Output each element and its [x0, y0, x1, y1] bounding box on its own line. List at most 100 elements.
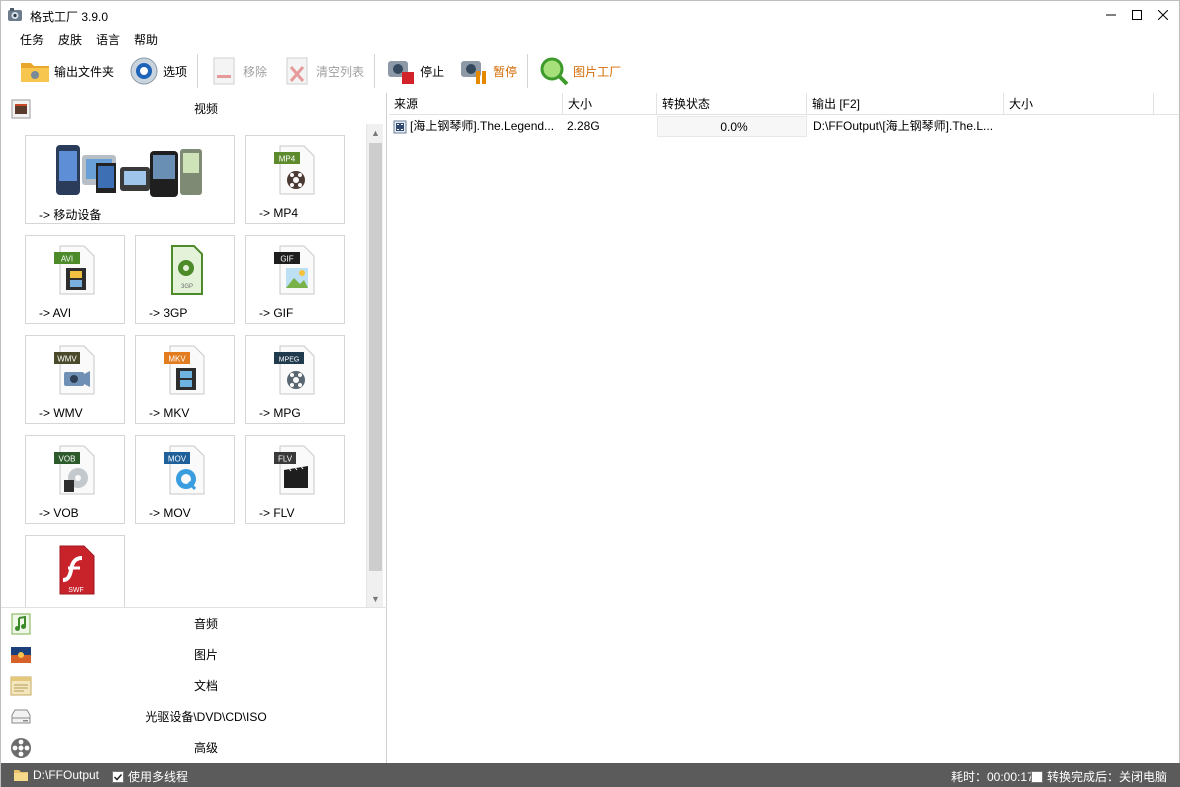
category-disc[interactable]: 光驱设备\DVD\CD\ISO [1, 701, 387, 732]
pause-icon [461, 61, 487, 84]
minimize-icon [1106, 14, 1116, 16]
cell-size: 2.28G [567, 119, 600, 133]
multithread-checkbox[interactable]: 使用多线程 [112, 768, 188, 785]
toolbar-separator [374, 54, 376, 88]
menu-task[interactable]: 任务 [13, 29, 51, 49]
gif-file-icon: GIF [274, 245, 315, 295]
column-header-output-size[interactable]: 大小 [1004, 93, 1154, 115]
tile-gif[interactable]: GIF -> GIF [245, 235, 345, 324]
task-table: 来源 大小 转换状态 输出 [F2] 大小 [海上钢琴师].The.Legend… [389, 93, 1179, 763]
output-folder-link[interactable]: D:\FFOutput [13, 768, 99, 782]
tile-vob[interactable]: VOB -> VOB [25, 435, 125, 524]
menu-bar: 任务 皮肤 语言 帮助 [1, 29, 1179, 49]
swf-badge: SWF [68, 587, 84, 594]
category-picture[interactable]: 图片 [1, 639, 387, 670]
tile-mp4[interactable]: MP4 -> MP4 [245, 135, 345, 224]
minimize-button[interactable] [1098, 1, 1124, 29]
cell-output-size [1004, 116, 1154, 137]
scroll-down-icon[interactable]: ▼ [367, 590, 384, 607]
cell-source: [海上钢琴师].The.Legend... [389, 116, 563, 137]
tile-mov[interactable]: MOV -> MOV [135, 435, 235, 524]
scroll-up-icon[interactable]: ▲ [367, 124, 384, 141]
menu-help[interactable]: 帮助 [127, 29, 165, 49]
tile-mpg[interactable]: MPEG -> MPG [245, 335, 345, 424]
close-icon [1158, 10, 1168, 20]
column-header-size[interactable]: 大小 [563, 93, 657, 115]
vob-file-icon: VOB [54, 445, 95, 495]
mpg-file-icon: MPEG [274, 345, 315, 395]
mp4-file-icon: MP4 [274, 145, 315, 195]
swf-file-icon: SWF [59, 545, 95, 595]
stop-button[interactable]: 停止 [381, 53, 448, 89]
mkv-file-icon: MKV [164, 345, 205, 395]
category-document[interactable]: 文档 [1, 670, 387, 701]
mpg-badge: MPEG [279, 357, 300, 364]
pause-button[interactable]: 暂停 [454, 53, 521, 89]
table-row[interactable]: [海上钢琴师].The.Legend... 2.28G 0.0% D:\FFOu… [389, 116, 1179, 137]
column-header-filler [1154, 93, 1179, 115]
tile-flv[interactable]: FLV -> FLV [245, 435, 345, 524]
category-panel: 视频 -> 移动设备 MP4 -> MP4 AVI -> AVI 3GP -> … [1, 93, 387, 763]
status-bar: D:\FFOutput 使用多线程 耗时：00:00:17 转换完成后：关闭电脑 [1, 763, 1180, 787]
mov-badge: MOV [168, 455, 187, 464]
gear-icon [130, 57, 158, 85]
magnifier-icon [540, 57, 569, 86]
wmv-badge: WMV [57, 355, 77, 364]
column-header-output[interactable]: 输出 [F2] [807, 93, 1004, 115]
source-filename: [海上钢琴师].The.Legend... [410, 119, 555, 133]
avi-badge: AVI [61, 255, 73, 264]
format-factory-window: 格式工厂 3.9.0 任务 皮肤 语言 帮助 输出文件夹 选项 移除 清空列表 … [0, 0, 1180, 787]
tile-wmv[interactable]: WMV -> WMV [25, 335, 125, 424]
table-header: 来源 大小 转换状态 输出 [F2] 大小 [389, 93, 1179, 115]
gif-badge: GIF [280, 255, 293, 264]
menu-skin[interactable]: 皮肤 [51, 29, 89, 49]
tile-mobile-device[interactable]: -> 移动设备 [25, 135, 235, 224]
menu-language[interactable]: 语言 [89, 29, 127, 49]
column-header-source[interactable]: 来源 [389, 93, 563, 115]
close-button[interactable] [1150, 1, 1176, 29]
folder-icon [14, 770, 28, 781]
remove-button[interactable]: 移除 [204, 53, 271, 89]
title-bar: 格式工厂 3.9.0 [1, 1, 1179, 29]
vob-badge: VOB [59, 455, 76, 464]
mkv-badge: MKV [168, 355, 186, 364]
flv-file-icon: FLV [274, 445, 315, 495]
column-header-status[interactable]: 转换状态 [657, 93, 807, 115]
clear-list-icon [286, 57, 308, 85]
checkbox-unchecked-icon[interactable] [1031, 770, 1043, 783]
3gp-file-icon: 3GP [171, 245, 203, 295]
maximize-button[interactable] [1124, 1, 1150, 29]
avi-file-icon: AVI [54, 245, 95, 295]
scrollbar-thumb[interactable] [369, 143, 382, 571]
video-file-icon [393, 120, 407, 133]
category-advanced[interactable]: 高级 [1, 732, 387, 763]
tile-3gp[interactable]: 3GP -> 3GP [135, 235, 235, 324]
category-list: 音频 图片 文档 光驱设备\DVD\CD\ISO 高级 [1, 607, 387, 763]
folder-icon [21, 63, 49, 82]
category-audio[interactable]: 音频 [1, 608, 387, 639]
picture-factory-button[interactable]: 图片工厂 [534, 53, 625, 89]
tile-mkv[interactable]: MKV -> MKV [135, 335, 235, 424]
stop-icon [388, 61, 415, 84]
3gp-badge: 3GP [181, 284, 193, 290]
tile-swf[interactable]: SWF [25, 535, 125, 607]
tile-avi[interactable]: AVI -> AVI [25, 235, 125, 324]
cell-progress: 0.0% [657, 116, 807, 137]
app-logo-icon [8, 8, 22, 21]
options-button[interactable]: 选项 [124, 53, 191, 89]
cell-output-path: D:\FFOutput\[海上钢琴师].The.L... [813, 119, 994, 133]
toolbar-separator [527, 54, 529, 88]
clear-list-button[interactable]: 清空列表 [277, 53, 368, 89]
flv-badge: FLV [278, 455, 293, 464]
tile-scrollbar[interactable]: ▲ ▼ [366, 124, 383, 607]
category-video[interactable]: 视频 [1, 93, 386, 124]
maximize-icon [1132, 10, 1142, 20]
shutdown-after-checkbox[interactable]: 转换完成后：关闭电脑 [1031, 768, 1167, 785]
wmv-file-icon: WMV [54, 345, 95, 395]
mov-file-icon: MOV [164, 445, 205, 495]
video-format-grid: -> 移动设备 MP4 -> MP4 AVI -> AVI 3GP -> 3GP… [1, 124, 387, 607]
elapsed-time: 耗时：00:00:17 [951, 770, 1034, 784]
output-folder-button[interactable]: 输出文件夹 [15, 53, 118, 89]
window-title: 格式工厂 3.9.0 [30, 10, 109, 24]
checkbox-checked-icon[interactable] [112, 770, 124, 783]
